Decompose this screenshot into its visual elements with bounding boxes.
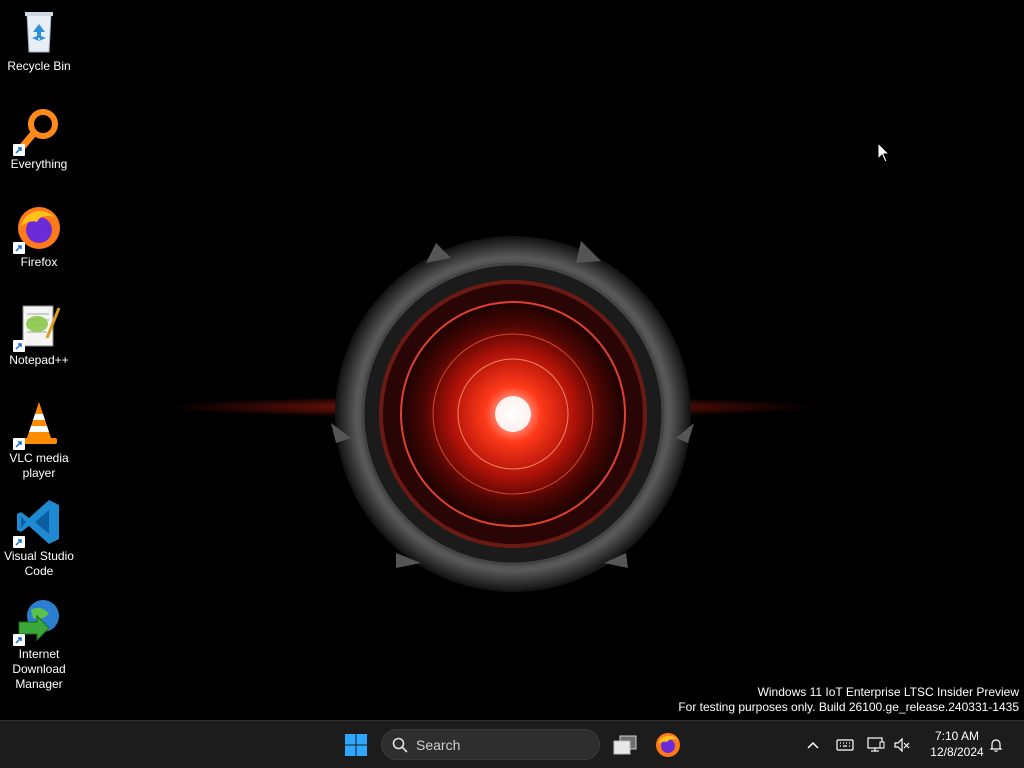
bell-icon [989,739,1003,752]
desktop-icon-everything[interactable]: Everything [2,106,76,172]
desktop-icon-label: Recycle Bin [7,59,71,73]
desktop-icon-label: Everything [10,157,68,171]
touch-keyboard-button[interactable] [835,735,855,755]
show-hidden-icons-button[interactable] [803,735,823,755]
shortcut-arrow-icon [13,438,25,450]
chevron-up-icon [807,741,819,749]
volume-muted-icon [894,737,910,753]
start-button[interactable] [340,729,372,761]
search-icon [392,737,408,752]
desktop-icon-vlc[interactable]: VLC media player [2,400,76,481]
windows-watermark: Windows 11 IoT Enterprise LTSC Insider P… [678,685,1019,715]
shortcut-arrow-icon [13,242,25,254]
desktop-icon-label: Firefox [20,255,58,269]
clock-date: 12/8/2024 [930,745,984,759]
shortcut-arrow-icon [13,340,25,352]
shortcut-arrow-icon [13,144,25,156]
desktop-icon-recycle-bin[interactable]: Recycle Bin [2,8,76,74]
vscode-icon [13,498,63,548]
desktop-icon-label: Notepad++ [9,353,69,367]
taskbar-firefox-button[interactable] [652,729,684,761]
vlc-cone-icon [13,400,63,450]
task-view-icon [613,735,637,755]
network-status-button[interactable] [866,735,886,755]
mouse-pointer-icon [877,141,891,169]
keyboard-icon [836,739,854,751]
everything-icon [13,106,63,156]
notifications-button[interactable] [986,735,1006,755]
wallpaper-orb [326,233,700,595]
shortcut-arrow-icon [13,634,25,646]
desktop-icon-vscode[interactable]: Visual Studio Code [2,498,76,579]
volume-button[interactable] [892,735,912,755]
task-view-button[interactable] [609,729,641,761]
taskbar-clock[interactable]: 7:10 AM 12/8/2024 [917,728,997,760]
watermark-build: For testing purposes only. Build 26100.g… [678,700,1019,714]
network-icon [867,737,885,752]
desktop-icon-label: VLC media player [9,451,69,480]
taskbar-search-box[interactable]: Search [381,729,600,760]
desktop-icon-label: Internet Download Manager [12,647,66,691]
firefox-icon [13,204,63,254]
watermark-edition: Windows 11 IoT Enterprise LTSC Insider P… [757,685,1019,699]
clock-time: 7:10 AM [934,729,980,743]
internet-download-manager-icon [13,596,63,646]
desktop-icon-label: Visual Studio Code [4,549,74,578]
shortcut-arrow-icon [13,536,25,548]
desktop-icon-notepad-plus-plus[interactable]: Notepad++ [2,302,76,368]
taskbar: Search 7:10 AM 12/8/2024 [0,720,1024,768]
desktop-icon-idm[interactable]: Internet Download Manager [2,596,76,692]
desktop-icon-firefox[interactable]: Firefox [2,204,76,270]
notepad-plus-plus-icon [13,302,63,352]
recycle-bin-icon [15,8,63,56]
windows-logo-icon [345,734,367,756]
search-placeholder: Search [416,736,461,753]
firefox-icon [656,733,680,757]
